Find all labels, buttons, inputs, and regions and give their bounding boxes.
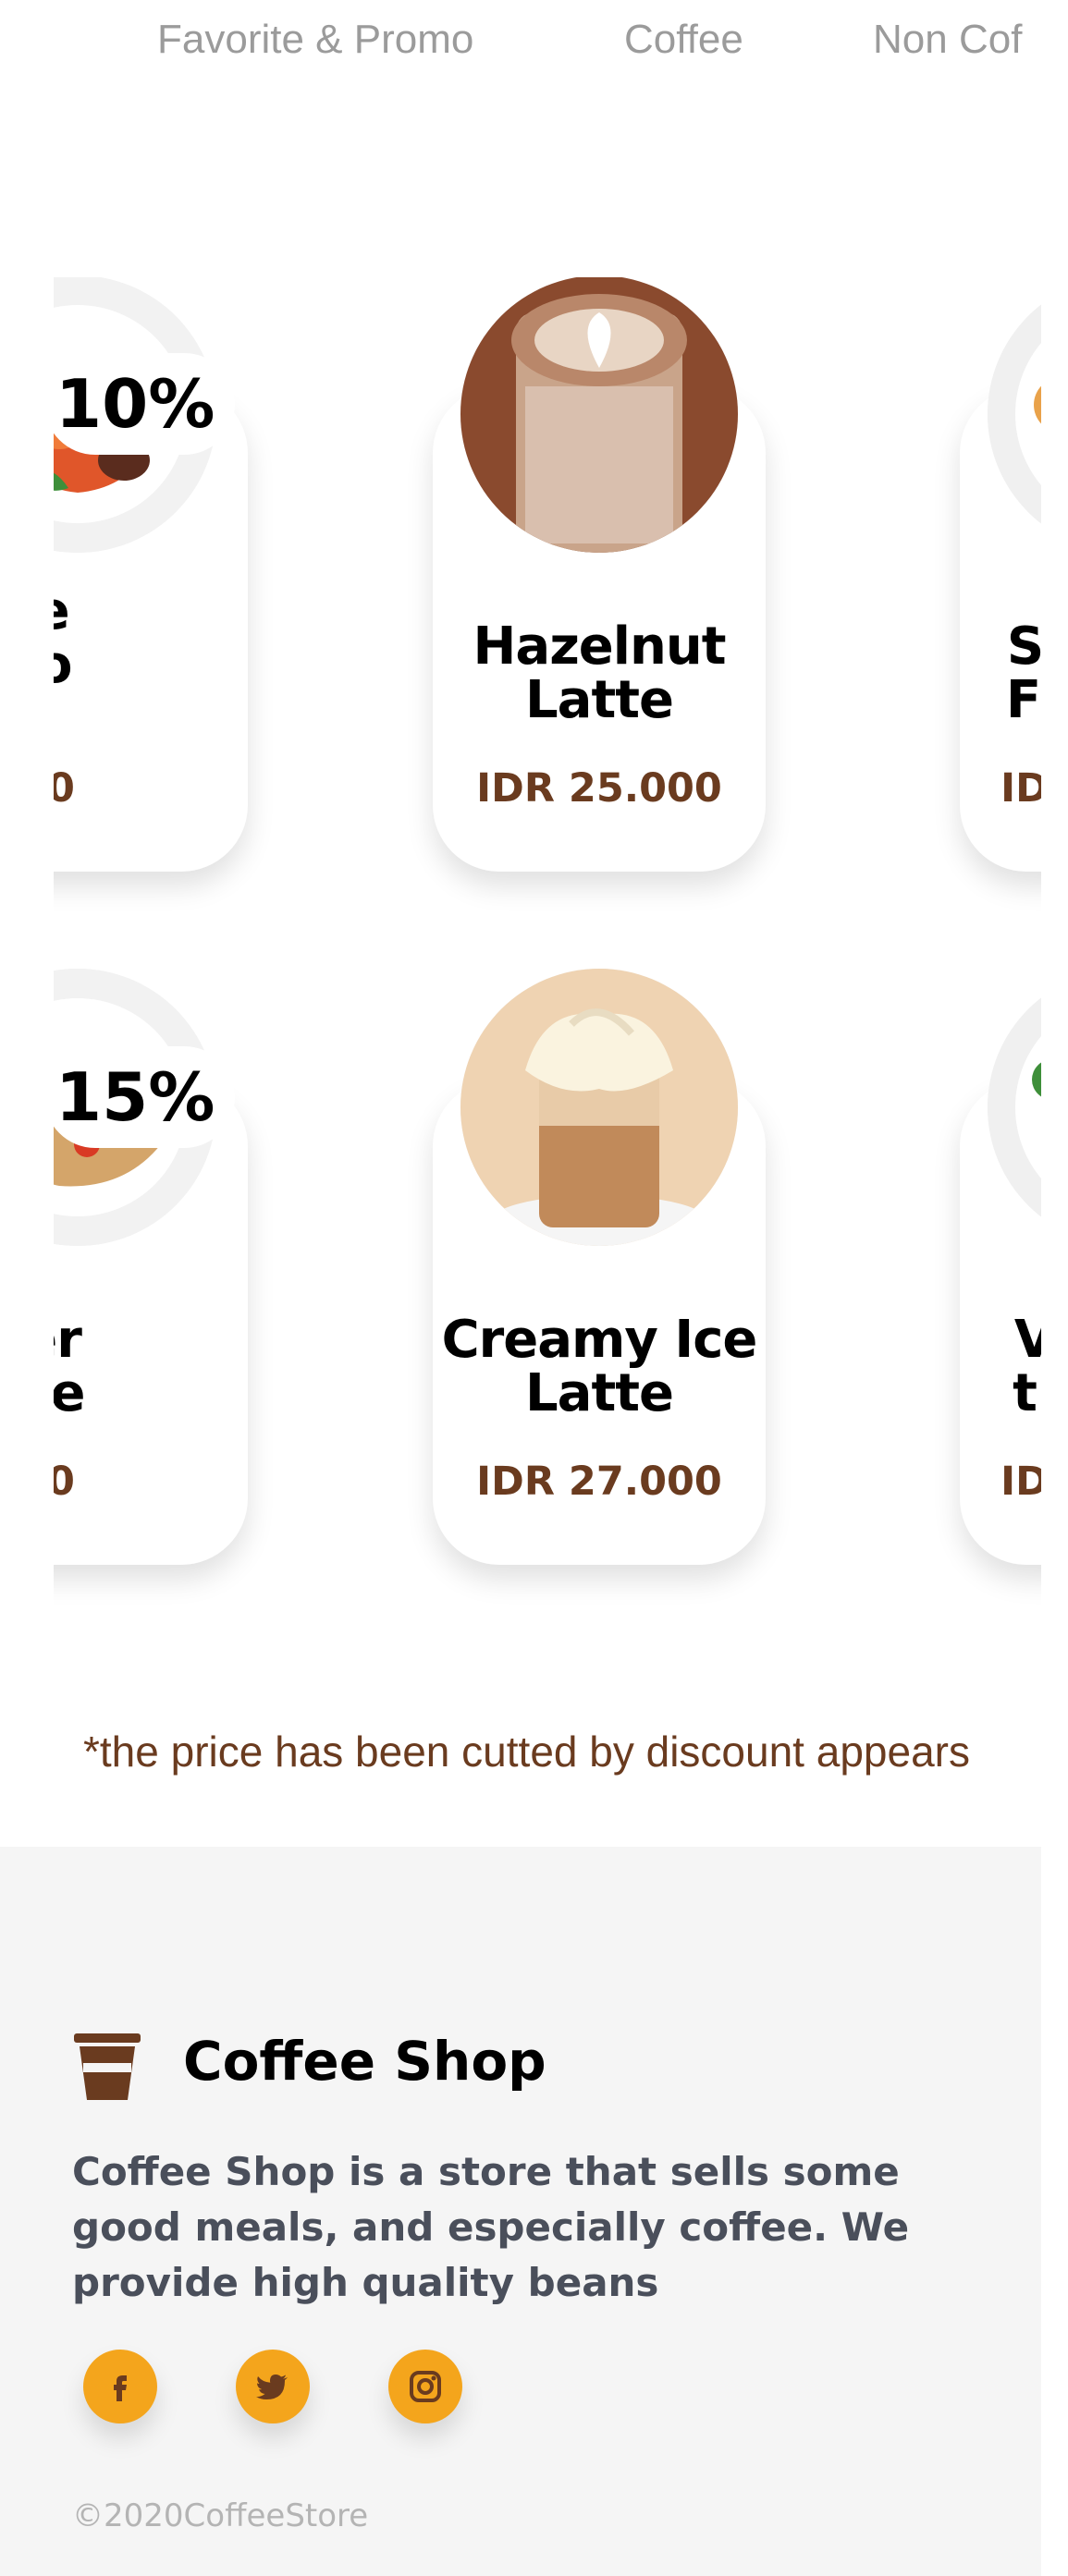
product-card[interactable]: 15% nmer d Rice 32.000 xyxy=(54,969,248,1565)
product-name: Latte xyxy=(525,1363,674,1423)
discount-badge: 10% xyxy=(54,353,236,455)
tab-favorite-promo[interactable]: Favorite & Promo xyxy=(157,17,473,63)
product-card[interactable]: 10% ggie nato nix 34.000 xyxy=(54,277,248,872)
product-card[interactable]: V t ID xyxy=(960,969,1041,1565)
product-grid: 10% ggie nato nix 34.000 Hazelnut Latte … xyxy=(54,277,1041,1618)
product-name: Su xyxy=(1006,617,1041,677)
product-name: Latte xyxy=(525,670,674,730)
product-name: V xyxy=(1013,1310,1041,1370)
copyright-text: ©2020CoffeeStore xyxy=(72,2497,369,2534)
facebook-icon[interactable] xyxy=(83,2350,157,2423)
footer: Coffee Shop Coffee Shop is a store that … xyxy=(0,1847,1041,2576)
product-price: IDR 25.000 xyxy=(476,765,722,812)
discount-note: *the price has been cutted by discount a… xyxy=(83,1728,970,1776)
product-image xyxy=(460,969,738,1246)
product-name: d Rice xyxy=(54,1363,86,1423)
product-card[interactable]: Creamy Ice Latte IDR 27.000 xyxy=(433,969,766,1565)
product-name: nmer xyxy=(54,1310,82,1370)
product-name: t xyxy=(1013,1363,1037,1423)
product-name: ggie xyxy=(54,585,174,639)
brand-description: Coffee Shop is a store that sells some g… xyxy=(72,2149,910,2305)
product-card[interactable]: Su Fr ID xyxy=(960,277,1041,872)
instagram-icon[interactable] xyxy=(388,2350,462,2423)
category-tabs: Favorite & Promo Coffee Non Cof xyxy=(0,17,1041,72)
product-price: 34.000 xyxy=(54,765,75,812)
product-name: Fr xyxy=(1005,670,1041,730)
app-page: Favorite & Promo Coffee Non Cof 10% ggie… xyxy=(0,0,1041,2576)
product-image xyxy=(988,969,1041,1246)
product-price: IDR 27.000 xyxy=(476,1459,722,1505)
brand-name: Coffee Shop xyxy=(183,2030,546,2093)
product-name: nato xyxy=(54,635,72,695)
twitter-icon[interactable] xyxy=(236,2350,310,2423)
product-price: ID xyxy=(1000,1459,1041,1505)
discount-badge: 15% xyxy=(54,1046,236,1148)
product-name: Hazelnut xyxy=(473,617,727,677)
tab-coffee[interactable]: Coffee xyxy=(624,17,743,63)
tab-non-coffee[interactable]: Non Cof xyxy=(873,17,1022,63)
product-name: nix xyxy=(54,692,174,746)
product-price: ID xyxy=(1000,765,1041,812)
product-price: 32.000 xyxy=(54,1459,75,1505)
product-name: Creamy Ice xyxy=(441,1310,758,1370)
product-card[interactable]: Hazelnut Latte IDR 25.000 xyxy=(433,277,766,872)
product-image xyxy=(988,277,1041,553)
product-image xyxy=(460,277,738,553)
coffee-cup-icon xyxy=(72,2032,142,2102)
